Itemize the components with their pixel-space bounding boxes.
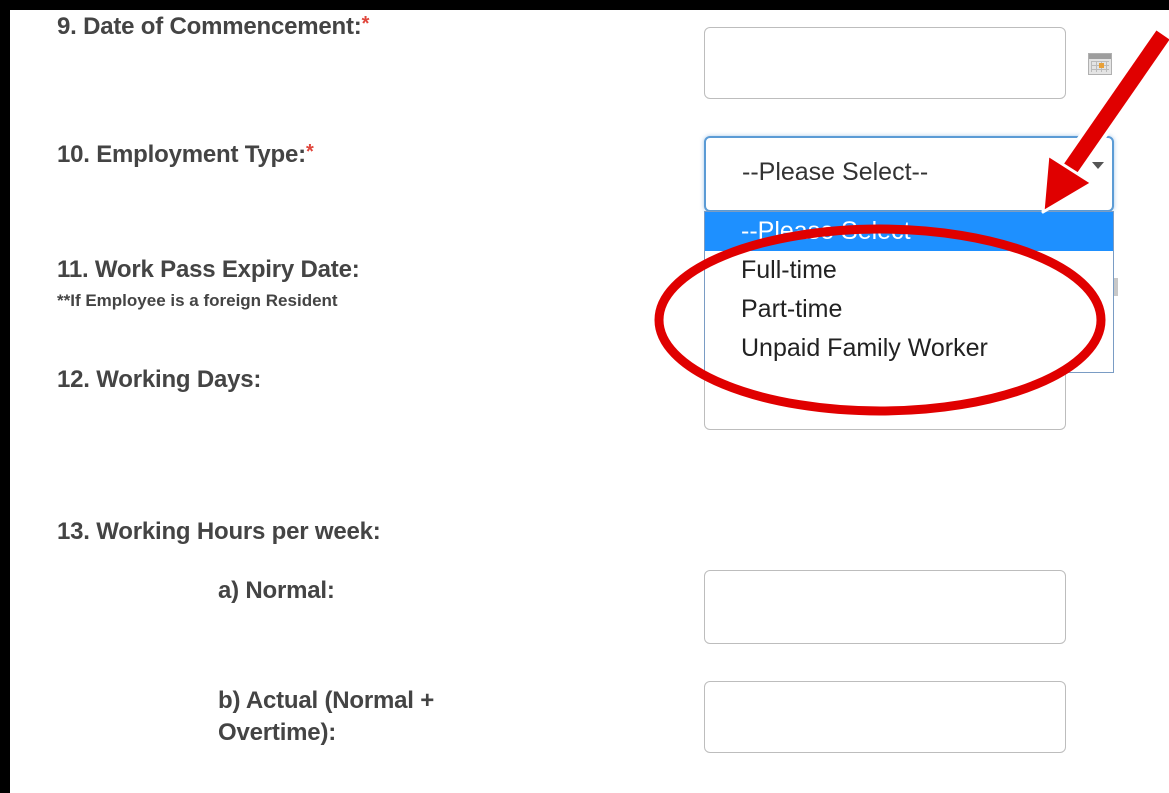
working-days-input[interactable] [704, 372, 1066, 430]
dropdown-option-unpaid-family-worker[interactable]: Unpaid Family Worker [705, 329, 1113, 368]
commencement-label: 9. Date of Commencement:* [57, 13, 369, 41]
required-asterisk: * [361, 13, 370, 35]
required-asterisk: * [305, 141, 314, 163]
working-hours-label: 13. Working Hours per week: [57, 518, 381, 545]
calendar-icon-header [1089, 54, 1111, 59]
actual-hours-input[interactable] [704, 681, 1066, 753]
calendar-icon-partial [1114, 278, 1118, 296]
employment-type-label-text: 10. Employment Type: [57, 141, 306, 168]
employment-type-select[interactable]: --Please Select-- [704, 136, 1114, 212]
employment-type-label: 10. Employment Type:* [57, 141, 314, 169]
commencement-label-text: 9. Date of Commencement: [57, 13, 362, 40]
dropdown-option-full-time[interactable]: Full-time [705, 251, 1113, 290]
normal-hours-label: a) Normal: [218, 577, 335, 604]
calendar-icon-marker [1099, 63, 1104, 68]
form-panel: 9. Date of Commencement:* 10. Employment… [10, 10, 1169, 793]
normal-hours-input[interactable] [704, 570, 1066, 644]
work-pass-expiry-label: 11. Work Pass Expiry Date: [57, 256, 360, 283]
calendar-icon[interactable] [1088, 53, 1112, 75]
dropdown-option-part-time[interactable]: Part-time [705, 290, 1113, 329]
actual-hours-label-line1: b) Actual (Normal + [218, 687, 435, 714]
commencement-date-input[interactable] [704, 27, 1066, 99]
employment-type-dropdown: --Please Select-- Full-time Part-time Un… [704, 211, 1114, 373]
chevron-down-icon[interactable] [1092, 162, 1104, 169]
actual-hours-label-line2: Overtime): [218, 719, 337, 746]
dropdown-option-please-select[interactable]: --Please Select-- [705, 212, 1113, 251]
work-pass-note: **If Employee is a foreign Resident [57, 291, 338, 310]
working-days-label: 12. Working Days: [57, 366, 262, 393]
employment-type-selected-value: --Please Select-- [742, 158, 929, 186]
